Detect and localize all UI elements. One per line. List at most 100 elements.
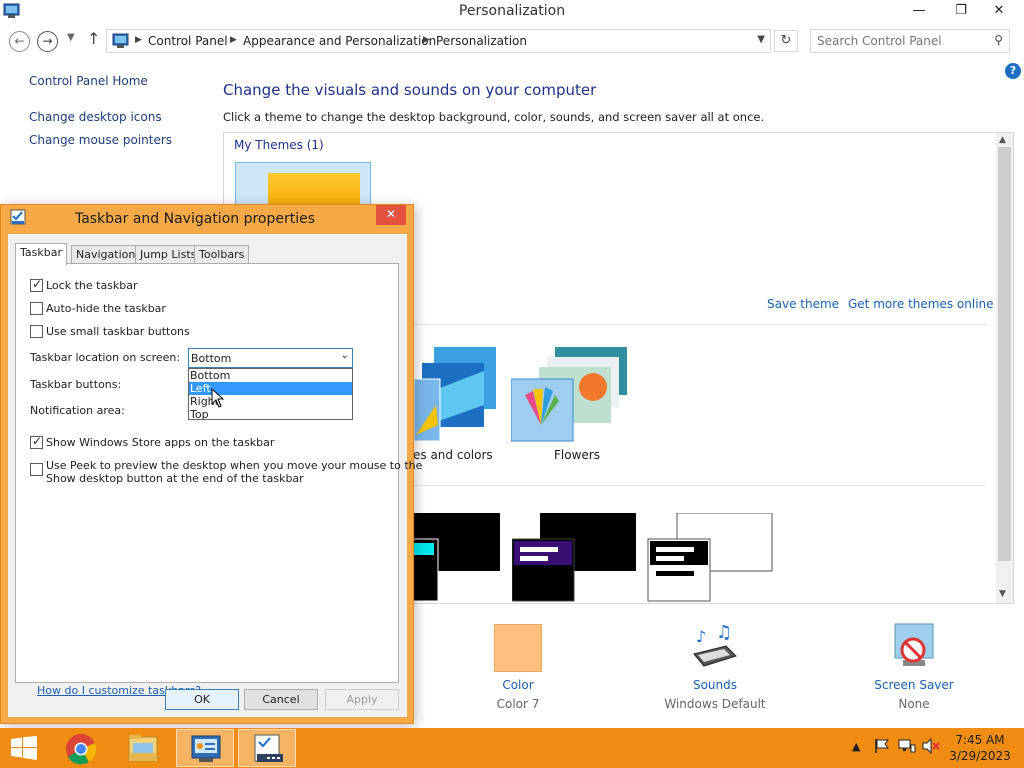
get-more-themes-link[interactable]: Get more themes online	[848, 297, 994, 311]
tab-toolbars[interactable]: Toolbars	[194, 245, 250, 264]
color-setting[interactable]: Color Color 7	[438, 622, 598, 711]
theme-label: Flowers	[554, 448, 600, 462]
apply-button[interactable]: Apply	[325, 689, 399, 710]
theme-high-contrast-white[interactable]	[647, 512, 773, 603]
sidebar-item-control-panel-home[interactable]: Control Panel Home	[29, 74, 148, 88]
help-icon[interactable]: ?	[1005, 63, 1021, 79]
chevron-down-icon[interactable]: ▼	[757, 34, 765, 45]
network-icon[interactable]	[898, 738, 916, 757]
mouse-cursor-icon	[211, 388, 225, 408]
window-title: Personalization	[458, 3, 566, 19]
show-hidden-icons-icon[interactable]: ▲	[852, 740, 860, 753]
breadcrumb-control-panel[interactable]: Control Panel	[148, 34, 228, 48]
control-panel-icon	[112, 33, 129, 48]
divider	[412, 485, 986, 486]
taskbar-properties-taskbar-button[interactable]	[238, 729, 296, 767]
svg-text:♪: ♪	[696, 627, 706, 646]
color-value: Color 7	[496, 697, 540, 711]
sounds-link[interactable]: Sounds	[635, 678, 795, 692]
checkbox-checked[interactable]	[30, 277, 43, 292]
theme-label: es and colors	[413, 448, 493, 462]
breadcrumb-personalization[interactable]: Personalization	[436, 34, 527, 48]
refresh-icon[interactable]: ↻	[774, 30, 798, 52]
dialog-body: Taskbar Navigation Jump Lists Toolbars L…	[8, 234, 422, 717]
screen-saver-icon	[889, 622, 939, 672]
up-arrow-icon[interactable]: ↑	[87, 29, 100, 48]
option-top[interactable]: Top	[189, 408, 352, 421]
checkbox-unchecked[interactable]	[30, 463, 43, 476]
taskbar-properties-icon	[254, 734, 283, 762]
cancel-button[interactable]: Cancel	[244, 689, 318, 710]
sounds-setting[interactable]: ♪ ♫ Sounds Windows Default	[635, 622, 795, 711]
sounds-icon: ♪ ♫	[690, 622, 740, 672]
title-bar: Personalization — ❐ ✕	[0, 0, 1024, 24]
sidebar-item-change-mouse-pointers[interactable]: Change mouse pointers	[29, 133, 172, 147]
search-box[interactable]: ⚲	[810, 29, 1010, 53]
recent-pages-chevron-icon[interactable]: ▼	[67, 32, 75, 43]
breadcrumb[interactable]: ▶ Control Panel ▶ Appearance and Persona…	[106, 29, 771, 53]
minimize-button[interactable]: —	[904, 0, 934, 22]
sounds-value: Windows Default	[664, 697, 766, 711]
control-panel-taskbar-button[interactable]	[176, 729, 234, 767]
chevron-right-icon[interactable]: ▶	[423, 35, 430, 45]
my-themes-title: My Themes (1)	[234, 138, 324, 152]
windows-start-icon[interactable]	[10, 736, 38, 760]
scroll-up-icon[interactable]: ▲	[999, 135, 1006, 145]
search-input[interactable]	[817, 33, 987, 49]
tab-jump-lists[interactable]: Jump Lists	[135, 245, 202, 264]
clock-date: 3/29/2023	[949, 749, 1011, 763]
theme-lines-and-colors[interactable]	[412, 345, 502, 445]
dialog-title: Taskbar and Navigation properties	[74, 211, 316, 227]
chevron-right-icon: ▶	[135, 35, 142, 45]
page-subtitle: Click a theme to change the desktop back…	[223, 110, 765, 124]
taskbar: ▲ 7:45 AM 3/29/2023	[0, 728, 1024, 768]
tab-navigation[interactable]: Navigation	[71, 245, 141, 264]
checkbox-unchecked[interactable]	[30, 325, 43, 338]
taskbar-tab-page: Lock the taskbar Auto-hide the taskbar U…	[15, 263, 422, 697]
notification-area-label: Notification area:	[30, 404, 125, 417]
taskbar-properties-dialog: Taskbar and Navigation properties ✕ Task…	[0, 204, 422, 724]
volume-muted-icon[interactable]	[922, 737, 940, 757]
dialog-close-button[interactable]: ✕	[376, 205, 406, 225]
screen-saver-link[interactable]: Screen Saver	[834, 678, 994, 692]
back-arrow-icon[interactable]: ←	[9, 31, 30, 52]
tab-taskbar[interactable]: Taskbar	[15, 243, 67, 265]
clock-time: 7:45 AM	[955, 733, 1005, 747]
screen-saver-value: None	[898, 697, 930, 711]
ok-button[interactable]: OK	[165, 689, 239, 710]
save-theme-link[interactable]: Save theme	[767, 297, 839, 311]
taskbar-buttons-label: Taskbar buttons:	[30, 378, 122, 391]
chrome-icon	[66, 734, 97, 765]
theme-high-contrast-2[interactable]	[511, 513, 638, 603]
breadcrumb-appearance[interactable]: Appearance and Personalization	[243, 34, 436, 48]
control-panel-icon	[191, 735, 221, 762]
themes-scrollbar[interactable]: ▲ ▼	[996, 133, 1013, 603]
forward-arrow-icon[interactable]: →	[37, 31, 58, 52]
checkbox-unchecked[interactable]	[30, 302, 43, 315]
chevron-right-icon[interactable]: ▶	[230, 35, 237, 45]
option-bottom[interactable]: Bottom	[189, 369, 352, 382]
taskbar-location-dropdown[interactable]: Bottom ⌄	[188, 348, 353, 368]
sidebar-item-change-desktop-icons[interactable]: Change desktop icons	[29, 110, 162, 124]
lines-and-colors-thumbnail	[413, 347, 496, 442]
action-center-flag-icon[interactable]	[874, 738, 890, 757]
theme-high-contrast-1[interactable]	[411, 513, 502, 603]
color-swatch-icon	[493, 622, 543, 672]
scroll-down-icon[interactable]: ▼	[999, 589, 1006, 599]
checkbox-checked[interactable]	[30, 434, 43, 449]
taskbar-location-label: Taskbar location on screen:	[30, 351, 181, 364]
file-explorer-taskbar-button[interactable]	[114, 729, 172, 767]
flowers-thumbnail	[510, 347, 627, 442]
scrollbar-thumb[interactable]	[998, 147, 1011, 561]
chrome-taskbar-button[interactable]	[52, 729, 110, 767]
chevron-down-icon[interactable]: ⌄	[341, 350, 349, 361]
color-link[interactable]: Color	[438, 678, 598, 692]
clock[interactable]: 7:45 AM 3/29/2023	[940, 732, 1020, 764]
restore-button[interactable]: ❐	[946, 0, 976, 22]
close-button[interactable]: ✕	[984, 0, 1014, 22]
theme-flowers[interactable]	[510, 345, 631, 445]
screen-saver-setting[interactable]: Screen Saver None	[834, 622, 994, 711]
svg-text:♫: ♫	[716, 622, 732, 643]
address-bar: ← → ▼ ↑ ▶ Control Panel ▶ Appearance and…	[0, 26, 1024, 56]
search-icon[interactable]: ⚲	[994, 33, 1003, 47]
